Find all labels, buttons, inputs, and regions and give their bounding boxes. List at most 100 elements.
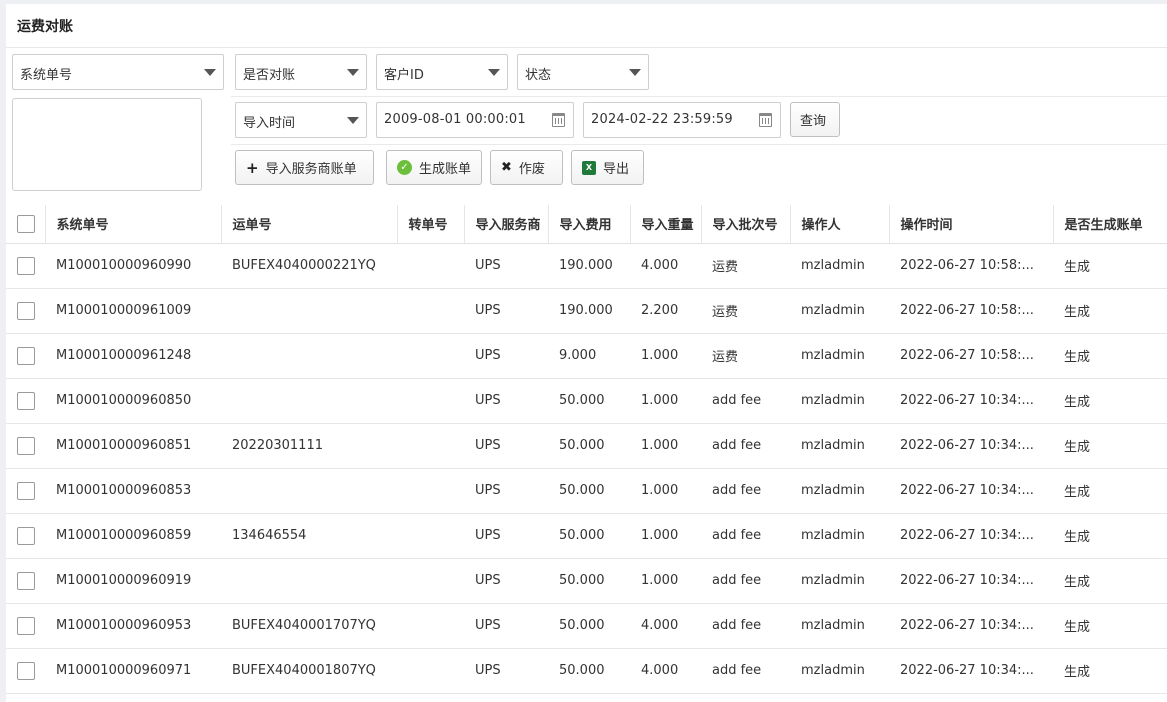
date-from-value: 2009-08-01 00:00:01 — [384, 112, 526, 127]
header-import-weight[interactable]: 导入重量 — [630, 205, 702, 244]
row-checkbox[interactable] — [17, 301, 35, 320]
cell-operator: mzladmin — [790, 603, 889, 649]
generate-bill-button-label: 生成账单 — [419, 162, 472, 177]
row-checkbox[interactable] — [17, 256, 35, 275]
status-select-label: 状态 — [525, 68, 552, 83]
cell-import-provider: UPS — [464, 468, 548, 514]
row-checkbox[interactable] — [17, 571, 35, 590]
cell-operator: mzladmin — [790, 423, 889, 469]
cell-import-batch: 运费 — [701, 243, 790, 289]
cell-bill-generated: 生成 — [1053, 648, 1167, 694]
table-row[interactable]: M100010000960990 BUFEX4040000221YQ UPS 190.… — [6, 243, 1167, 289]
table-row[interactable]: M100010000960853 UPS 50.000 1.000 add fee mzl… — [6, 468, 1167, 514]
cell-waybill-no — [221, 378, 397, 424]
cell-bill-generated: 生成 — [1053, 288, 1167, 334]
cell-operator: mzladmin — [790, 378, 889, 424]
header-system-no[interactable]: 系统单号 — [45, 205, 222, 244]
row-checkbox-cell — [6, 648, 45, 694]
system-no-select-label: 系统单号 — [20, 68, 73, 83]
header-import-fee[interactable]: 导入费用 — [548, 205, 631, 244]
row-checkbox[interactable] — [17, 391, 35, 410]
table-row[interactable]: M100010000960859 134646554 UPS 50.000 1.000 a… — [6, 513, 1167, 559]
row-checkbox-cell — [6, 558, 45, 604]
cell-import-provider: UPS — [464, 513, 548, 559]
cell-system-no: M100010000960971 — [45, 648, 221, 694]
action-divider — [231, 144, 1167, 145]
cell-transfer-no — [397, 423, 464, 469]
calendar-icon[interactable] — [759, 113, 772, 127]
select-all-cell — [6, 205, 46, 244]
cell-operation-time: 2022-06-27 10:34:... — [889, 513, 1053, 559]
title-divider — [6, 47, 1167, 48]
cell-import-batch: 运费 — [701, 333, 790, 379]
cell-system-no: M100010000960990 — [45, 243, 221, 289]
cell-import-fee: 50.000 — [548, 378, 630, 424]
customer-id-select[interactable]: 客户ID — [376, 54, 508, 90]
row-checkbox-cell — [6, 288, 45, 334]
table-row[interactable]: M100010000960919 UPS 50.000 1.000 add fee mzl… — [6, 558, 1167, 604]
cell-import-weight: 1.000 — [630, 333, 701, 379]
status-select[interactable]: 状态 — [517, 54, 649, 90]
cell-transfer-no — [397, 243, 464, 289]
query-button[interactable]: 查询 — [790, 102, 840, 137]
table-row[interactable]: M100010000960953 BUFEX4040001707YQ UPS 50.0… — [6, 603, 1167, 649]
reconciled-select[interactable]: 是否对账 — [235, 54, 367, 90]
table-row[interactable]: M100010000960971 BUFEX4040001807YQ UPS 50.0… — [6, 648, 1167, 694]
time-type-select[interactable]: 导入时间 — [235, 102, 367, 138]
cell-import-fee: 50.000 — [548, 603, 630, 649]
table-row[interactable]: M100010000960850 UPS 50.000 1.000 add fee mzl… — [6, 378, 1167, 424]
import-bill-button[interactable]: + 导入服务商账单 — [235, 150, 374, 185]
cell-operator: mzladmin — [790, 288, 889, 334]
cell-operator: mzladmin — [790, 243, 889, 289]
cell-operation-time: 2022-06-27 10:58:... — [889, 243, 1053, 289]
plus-icon: + — [246, 158, 259, 177]
cell-system-no: M100010000960850 — [45, 378, 221, 424]
table-row[interactable]: M100010000960851 20220301111 UPS 50.000 1.00… — [6, 423, 1167, 469]
cell-import-weight: 2.200 — [630, 288, 701, 334]
cell-system-no: M100010000960851 — [45, 423, 221, 469]
row-checkbox[interactable] — [17, 436, 35, 455]
table-row[interactable]: M100010000961248 UPS 9.000 1.000 运费 mzladmin 2… — [6, 333, 1167, 379]
cell-import-provider: UPS — [464, 333, 548, 379]
cell-import-weight: 1.000 — [630, 378, 701, 424]
cell-import-weight: 1.000 — [630, 423, 701, 469]
select-all-checkbox[interactable] — [17, 214, 35, 233]
void-button[interactable]: ✖ 作废 — [490, 150, 563, 185]
row-checkbox[interactable] — [17, 661, 35, 680]
header-transfer-no[interactable]: 转单号 — [397, 205, 465, 244]
cell-import-provider: UPS — [464, 558, 548, 604]
header-import-provider[interactable]: 导入服务商 — [464, 205, 549, 244]
row-checkbox[interactable] — [17, 616, 35, 635]
caret-down-icon — [347, 117, 359, 124]
system-no-textarea[interactable] — [12, 98, 202, 191]
row-checkbox-cell — [6, 423, 45, 469]
calendar-icon[interactable] — [552, 113, 565, 127]
date-to-input[interactable]: 2024-02-22 23:59:59 — [583, 102, 781, 138]
generate-bill-button[interactable]: ✓ 生成账单 — [386, 150, 482, 185]
export-button-label: 导出 — [603, 162, 630, 177]
cell-operator: mzladmin — [790, 558, 889, 604]
time-type-select-label: 导入时间 — [243, 116, 296, 131]
cell-waybill-no — [221, 558, 397, 604]
export-button[interactable]: X 导出 — [571, 150, 644, 185]
header-operator[interactable]: 操作人 — [790, 205, 890, 244]
row-checkbox[interactable] — [17, 346, 35, 365]
cell-import-weight: 4.000 — [630, 648, 701, 694]
row-checkbox[interactable] — [17, 526, 35, 545]
header-waybill-no[interactable]: 运单号 — [221, 205, 398, 244]
cell-transfer-no — [397, 288, 464, 334]
table-row[interactable]: M100010000961009 UPS 190.000 2.200 运费 mzladmi… — [6, 288, 1167, 334]
system-no-select[interactable]: 系统单号 — [12, 54, 224, 90]
cell-operation-time: 2022-06-27 10:34:... — [889, 603, 1053, 649]
cell-operation-time: 2022-06-27 10:34:... — [889, 468, 1053, 514]
header-operation-time[interactable]: 操作时间 — [889, 205, 1054, 244]
cell-import-batch: add fee — [701, 423, 790, 469]
header-bill-generated[interactable]: 是否生成账单 — [1053, 205, 1167, 244]
reconciliation-panel: 运费对账 系统单号 是否对账 客户ID 状态 导入时间 2009-08-01 0… — [6, 4, 1167, 702]
header-import-batch[interactable]: 导入批次号 — [701, 205, 791, 244]
row-checkbox[interactable] — [17, 481, 35, 500]
date-from-input[interactable]: 2009-08-01 00:00:01 — [376, 102, 574, 138]
row-checkbox-cell — [6, 468, 45, 514]
cell-import-fee: 9.000 — [548, 333, 630, 379]
caret-down-icon — [488, 69, 500, 76]
